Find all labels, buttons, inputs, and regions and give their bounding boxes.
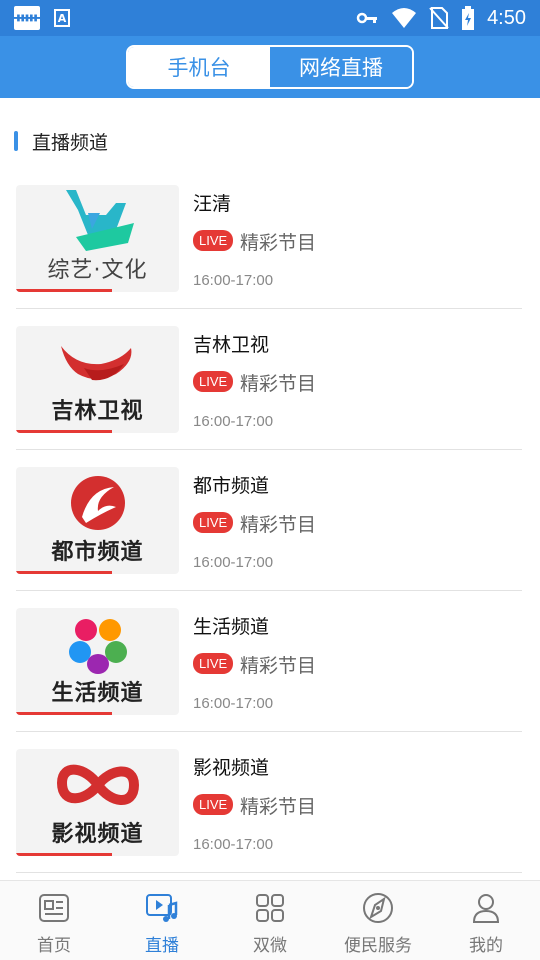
status-bar: ᚔ A 4:50: [0, 0, 540, 36]
tab-label: 双微: [253, 936, 287, 956]
tab-home[interactable]: 首页: [0, 881, 108, 960]
tab-services[interactable]: 便民服务: [324, 881, 432, 960]
channel-row[interactable]: 吉林卫视 吉林卫视 LIVE 精彩节目 16:00-17:00: [0, 309, 540, 450]
logo-caption: 吉林卫视: [51, 399, 144, 424]
tab-mobile-tv[interactable]: 手机台: [128, 47, 270, 87]
user-icon: [472, 894, 500, 923]
thumb-underline: [16, 853, 112, 856]
app-notification-icon: ᚔ: [14, 6, 40, 30]
thumb-underline: [16, 430, 112, 433]
program-time: 16:00-17:00: [193, 272, 274, 289]
logo-caption: 都市频道: [51, 540, 144, 565]
live-badge: LIVE: [193, 512, 234, 533]
program-time: 16:00-17:00: [193, 695, 274, 712]
video-music-icon: [146, 894, 178, 922]
tab-live[interactable]: 直播: [108, 881, 216, 960]
no-sim-icon: [429, 7, 449, 29]
vpn-key-icon: [356, 12, 378, 24]
program-title: 精彩节目: [240, 514, 317, 536]
clock: 4:50: [487, 6, 526, 29]
segmented-control: 手机台 网络直播: [126, 45, 414, 89]
program-time: 16:00-17:00: [193, 836, 274, 853]
channel-row[interactable]: 生活频道 生活频道 LIVE 精彩节目 16:00-17:00: [0, 591, 540, 732]
section-accent-bar: [14, 131, 18, 151]
channel-name: 吉林卫视: [193, 334, 270, 356]
tab-label: 便民服务: [344, 936, 412, 956]
live-badge: LIVE: [193, 794, 234, 815]
wifi-icon: [392, 8, 417, 28]
tab-label: 我的: [469, 936, 503, 956]
live-badge: LIVE: [193, 653, 234, 674]
live-badge: LIVE: [193, 230, 234, 251]
grid-icon: [256, 894, 284, 922]
logo-caption: 生活频道: [51, 681, 144, 706]
thumb-underline: [16, 712, 112, 715]
logo-caption: 综艺·文化: [47, 258, 148, 283]
channel-name: 汪清: [193, 193, 232, 215]
channel-logo-thumbnail[interactable]: 都市频道: [16, 467, 179, 574]
channel-logo-thumbnail[interactable]: 影视频道: [16, 749, 179, 856]
live-badge: LIVE: [193, 371, 234, 392]
channel-row[interactable]: 影视频道 影视频道 LIVE 精彩节目 16:00-17:00: [0, 732, 540, 873]
tab-mine[interactable]: 我的: [432, 881, 540, 960]
program-time: 16:00-17:00: [193, 554, 274, 571]
program-title: 精彩节目: [240, 232, 317, 254]
top-header: 手机台 网络直播: [0, 36, 540, 98]
keyboard-notification-icon: A: [54, 9, 70, 27]
channel-list: 综艺·文化 汪清 LIVE 精彩节目 16:00-17:00 吉林卫视 吉林卫视…: [0, 168, 540, 873]
news-icon: [39, 894, 69, 922]
section-header: 直播频道: [14, 128, 108, 154]
channel-name: 都市频道: [193, 475, 270, 497]
channel-row[interactable]: 综艺·文化 汪清 LIVE 精彩节目 16:00-17:00: [0, 168, 540, 309]
channel-logo-thumbnail[interactable]: 生活频道: [16, 608, 179, 715]
thumb-underline: [16, 571, 112, 574]
compass-icon: [363, 893, 393, 923]
tab-label: 直播: [145, 936, 179, 956]
channel-name: 生活频道: [193, 616, 270, 638]
program-time: 16:00-17:00: [193, 413, 274, 430]
channel-logo-thumbnail[interactable]: 吉林卫视: [16, 326, 179, 433]
tab-network-live[interactable]: 网络直播: [270, 47, 412, 87]
program-title: 精彩节目: [240, 655, 317, 677]
channel-name: 影视频道: [193, 757, 270, 779]
tab-label: 首页: [37, 936, 71, 956]
program-title: 精彩节目: [240, 373, 317, 395]
channel-logo-thumbnail[interactable]: 综艺·文化: [16, 185, 179, 292]
thumb-underline: [16, 289, 112, 292]
battery-icon: [462, 6, 475, 30]
bottom-tab-bar: 首页 直播 双微 便民服务 我的: [0, 880, 540, 960]
section-title: 直播频道: [32, 131, 109, 154]
channel-row[interactable]: 都市频道 都市频道 LIVE 精彩节目 16:00-17:00: [0, 450, 540, 591]
logo-caption: 影视频道: [51, 822, 144, 847]
tab-dual-micro[interactable]: 双微: [216, 881, 324, 960]
program-title: 精彩节目: [240, 796, 317, 818]
